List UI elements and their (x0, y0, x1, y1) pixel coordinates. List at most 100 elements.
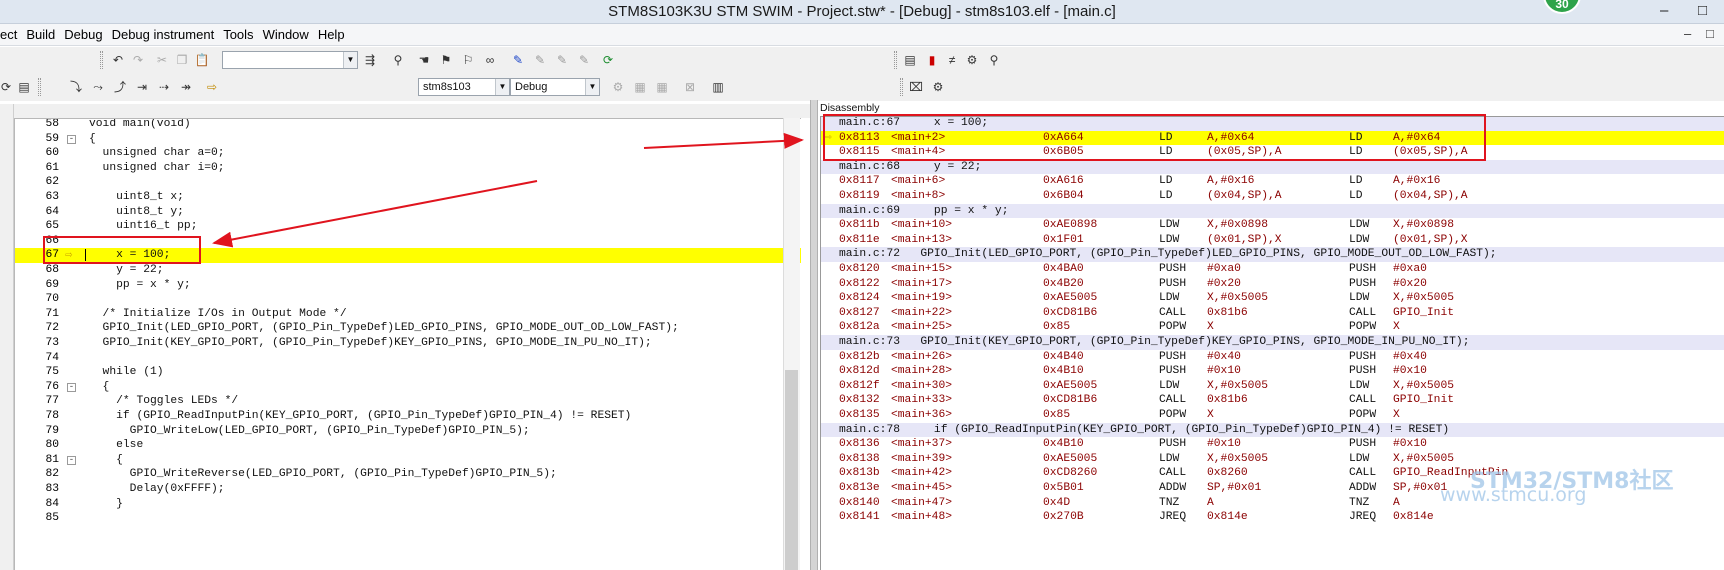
code-line[interactable]: 59- { (15, 132, 801, 147)
reset-icon[interactable]: ▤ (14, 78, 34, 96)
compile-icon[interactable]: ⚙ (608, 78, 628, 96)
show-next-statement-icon[interactable]: ⇨ (202, 78, 222, 96)
glasses-icon[interactable]: ∞ (480, 51, 500, 69)
bookmark-next-icon[interactable]: ⚑ (436, 51, 456, 69)
disassembly-instruction-line[interactable]: 0x8119 <main+8> 0x6B04 LD (0x04,SP),A LD (0x04… (821, 189, 1724, 204)
step-out-icon[interactable]: ⤴ (110, 78, 130, 96)
minimize-button[interactable]: – (1660, 2, 1668, 19)
code-line[interactable]: 80 else (15, 438, 801, 453)
mdi-restore-button[interactable]: □ (1706, 26, 1714, 41)
disassembly-instruction-line[interactable]: 0x812d <main+28> 0x4B10 PUSH #0x10 PUSH #0x10 (821, 364, 1724, 379)
redo-icon[interactable]: ↷ (128, 51, 148, 69)
menu-build[interactable]: Build (26, 27, 55, 42)
find-in-files-icon[interactable]: ⇶ (360, 51, 380, 69)
disassembly-instruction-line[interactable]: 0x8136 <main+37> 0x4B10 PUSH #0x10 PUSH #0x10 (821, 437, 1724, 452)
code-line[interactable]: 62 (15, 175, 801, 190)
step-into-icon[interactable]: ⤵ (66, 78, 86, 96)
breakpoint-toggle-icon[interactable]: ✎ (530, 51, 550, 69)
memory-icon[interactable]: ▮ (922, 51, 942, 69)
toolbar-grip[interactable] (100, 51, 103, 69)
code-line[interactable]: 72 GPIO_Init(LED_GPIO_PORT, (GPIO_Pin_Ty… (15, 321, 801, 336)
code-line[interactable]: 85 (15, 511, 801, 526)
code-line[interactable]: 84 } (15, 497, 801, 512)
find-combo[interactable]: ▼ (222, 51, 358, 69)
disassembly-instruction-line[interactable]: 0x812b <main+26> 0x4B40 PUSH #0x40 PUSH #0x40 (821, 350, 1724, 365)
toolbar-grip[interactable] (900, 78, 903, 96)
registers-icon[interactable]: ▤ (900, 51, 920, 69)
disassembly-instruction-line[interactable]: 0x812a <main+25> 0x85 POPW X POPW X (821, 320, 1724, 335)
menu-debug-instrument[interactable]: Debug instrument (112, 27, 215, 42)
code-line[interactable]: 61 unsigned char i=0; (15, 161, 801, 176)
target-select[interactable]: stm8s103 ▼ (418, 78, 510, 96)
disassembly-view[interactable]: main.c:67 x = 100; ⇨ 0x8113 <main+2> 0xA664 L… (820, 116, 1724, 570)
step-over-icon[interactable]: ⤳ (88, 78, 108, 96)
disassembly-instruction-line[interactable]: 0x811b <main+10> 0xAE0898 LDW X,#0x0898 LDW X,… (821, 218, 1724, 233)
code-line[interactable]: 63 uint8_t x; (15, 190, 801, 205)
disassembly-instruction-line[interactable]: 0x8135 <main+36> 0x85 POPW X POPW X (821, 408, 1724, 423)
toolbar-grip[interactable] (894, 51, 897, 69)
menu-tools[interactable]: Tools (223, 27, 253, 42)
toolbar-grip[interactable] (38, 78, 41, 96)
code-line[interactable]: 74 (15, 351, 801, 366)
disassembly-instruction-line[interactable]: 0x8120 <main+15> 0x4BA0 PUSH #0xa0 PUSH #0xa0 (821, 262, 1724, 277)
fold-toggle-icon[interactable]: - (67, 134, 76, 144)
fold-toggle-icon[interactable]: - (67, 382, 76, 392)
chevron-down-icon[interactable]: ▼ (343, 52, 357, 68)
menu-debug[interactable]: Debug (64, 27, 102, 42)
undo-icon[interactable]: ↶ (108, 51, 128, 69)
breakpoint-icon[interactable]: ✎ (508, 51, 528, 69)
code-line[interactable]: 82 GPIO_WriteReverse(LED_GPIO_PORT, (GPI… (15, 467, 801, 482)
paste-icon[interactable]: 📋 (192, 51, 212, 69)
config-select[interactable]: Debug ▼ (510, 78, 600, 96)
run-to-cursor-icon[interactable]: ⇥ (132, 78, 152, 96)
code-line[interactable]: 79 GPIO_WriteLow(LED_GPIO_PORT, (GPIO_Pi… (15, 424, 801, 439)
disassembly-instruction-line[interactable]: 0x812f <main+30> 0xAE5005 LDW X,#0x5005 LDW X,… (821, 379, 1724, 394)
disassembly-source-line[interactable]: main.c:78 if (GPIO_ReadInputPin(KEY_GPIO… (821, 422, 1724, 438)
breakpoint-clear-icon[interactable]: ✎ (574, 51, 594, 69)
rebuild-icon[interactable]: ▦ (652, 78, 672, 96)
stop-build-icon[interactable]: ⊠ (680, 78, 700, 96)
code-line[interactable]: 71 /* Initialize I/Os in Output Mode */ (15, 307, 801, 322)
binoculars-icon[interactable]: ⚲ (388, 51, 408, 69)
program-icon[interactable]: ▥ (708, 78, 728, 96)
code-line[interactable]: 65 uint16_t pp; (15, 219, 801, 234)
code-line[interactable]: 77 /* Toggles LEDs */ (15, 394, 801, 409)
code-editor[interactable]: 58 void main(void) 59-{60 unsigned char a=… (14, 118, 801, 570)
code-line[interactable]: 75 while (1) (15, 365, 801, 380)
menu-project[interactable]: ect (0, 27, 17, 42)
editor-scroll-thumb[interactable] (785, 370, 798, 570)
disassembly-instruction-line[interactable]: 0x8132 <main+33> 0xCD81B6 CALL 0x81b6 CALL GPI… (821, 393, 1724, 408)
code-line[interactable]: 68 y = 22; (15, 263, 801, 278)
disassembly-source-line[interactable]: main.c:72 GPIO_Init(LED_GPIO_PORT, (GPIO… (821, 247, 1724, 262)
chevron-down-icon[interactable]: ▼ (585, 79, 599, 95)
code-line[interactable]: 76- { (15, 380, 801, 395)
code-line[interactable]: 70 (15, 292, 801, 307)
hand-icon[interactable]: ☚ (414, 51, 434, 69)
compare-icon[interactable]: ≠ (942, 51, 962, 69)
pane-splitter[interactable] (810, 100, 818, 570)
step-instruction-icon[interactable]: ⇢ (154, 78, 174, 96)
call-stack-icon[interactable]: ⚙ (928, 78, 948, 96)
disassembly-instruction-line[interactable]: 0x8127 <main+22> 0xCD81B6 CALL 0x81b6 CALL GPI… (821, 306, 1724, 321)
code-line[interactable]: 69 pp = x * y; (15, 278, 801, 293)
disassembly-source-line[interactable]: main.c:73 GPIO_Init(KEY_GPIO_PORT, (GPIO… (821, 335, 1724, 350)
disassembly-instruction-line[interactable]: 0x811e <main+13> 0x1F01 LDW (0x01,SP),X LDW (0… (821, 233, 1724, 248)
disassembly-instruction-line[interactable]: 0x8140 <main+47> 0x4D TNZ A TNZ A (821, 496, 1724, 511)
code-line[interactable]: 78 if (GPIO_ReadInputPin(KEY_GPIO_PORT, … (15, 409, 801, 424)
disassembly-source-line[interactable]: main.c:68 y = 22; (821, 159, 1724, 175)
menu-window[interactable]: Window (263, 27, 309, 42)
chevron-down-icon[interactable]: ▼ (495, 79, 509, 95)
menu-help[interactable]: Help (318, 27, 345, 42)
fold-toggle-icon[interactable]: - (67, 455, 76, 465)
build-icon[interactable]: ▦ (630, 78, 650, 96)
disassembly-view-icon[interactable]: ⌧ (906, 78, 926, 96)
refresh-icon[interactable]: ⟳ (598, 51, 618, 69)
code-line[interactable]: 73 GPIO_Init(KEY_GPIO_PORT, (GPIO_Pin_Ty… (15, 336, 801, 351)
breakpoint-disable-icon[interactable]: ✎ (552, 51, 572, 69)
watch-icon[interactable]: ⚲ (984, 51, 1004, 69)
peripherals-icon[interactable]: ⚙ (962, 51, 982, 69)
disassembly-instruction-line[interactable]: 0x8117 <main+6> 0xA616 LD A,#0x16 LD A,#0x16 (821, 174, 1724, 189)
code-line[interactable]: 81- { (15, 453, 801, 468)
copy-icon[interactable]: ❐ (172, 51, 192, 69)
disassembly-instruction-line[interactable]: 0x8124 <main+19> 0xAE5005 LDW X,#0x5005 LDW X,… (821, 291, 1724, 306)
